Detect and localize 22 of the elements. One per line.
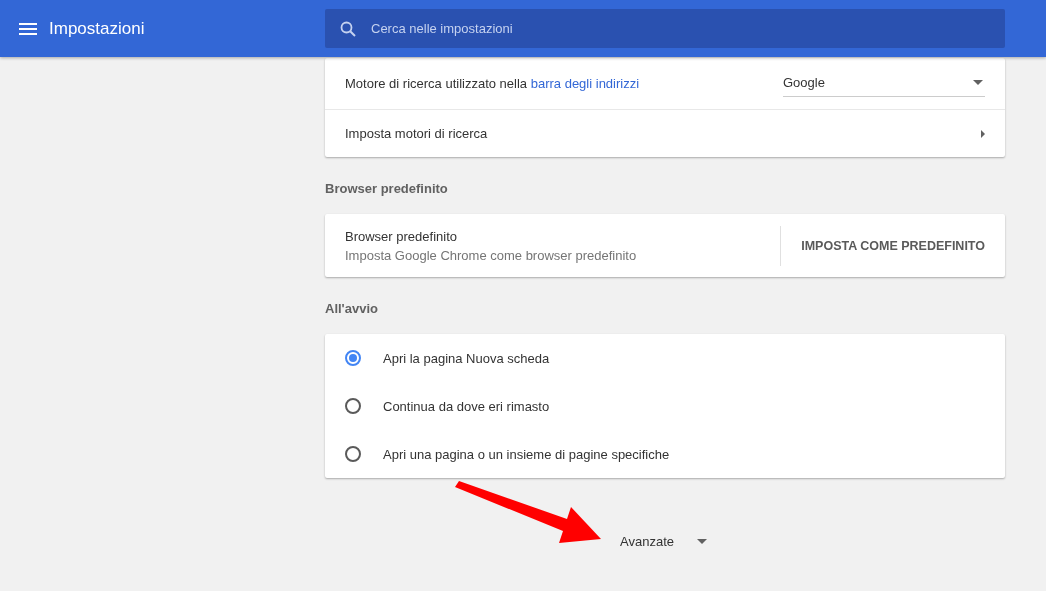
search-engine-dropdown[interactable]: Google: [783, 70, 985, 97]
radio-option[interactable]: Continua da dove eri rimasto: [325, 382, 1005, 430]
setting-description: Imposta Google Chrome come browser predefinito: [345, 247, 638, 263]
section-heading: All'avvio: [325, 300, 379, 318]
setting-title: Browser predefinito: [345, 228, 458, 244]
radio-option[interactable]: Apri una pagina o un insieme di pagine specifiche: [325, 430, 1005, 478]
advanced-toggle[interactable]: Avanzate: [608, 525, 719, 557]
search-engines-row[interactable]: Imposta motori di ricerca: [325, 109, 1005, 157]
address-bar-link[interactable]: barra degli indirizzi: [530, 76, 640, 91]
page-title: Impostazioni: [49, 18, 145, 39]
radio-button[interactable]: [345, 350, 361, 366]
radio-button[interactable]: [345, 398, 361, 414]
set-default-button[interactable]: IMPOSTA COME PREDEFINITO: [781, 214, 1005, 277]
radio-button[interactable]: [345, 446, 361, 462]
search-field[interactable]: Cerca nelle impostazioni: [325, 9, 1005, 48]
section-heading: Browser predefinito: [325, 180, 449, 198]
setting-label: Motore di ricerca utilizzato nella barra degli indirizzi: [345, 76, 640, 91]
menu-icon[interactable]: [19, 22, 37, 35]
caret-icon: [973, 79, 983, 85]
caret-icon: [696, 538, 707, 544]
chevron-right-icon: [981, 129, 985, 138]
radio-option[interactable]: Apri la pagina Nuova scheda: [325, 334, 1005, 382]
